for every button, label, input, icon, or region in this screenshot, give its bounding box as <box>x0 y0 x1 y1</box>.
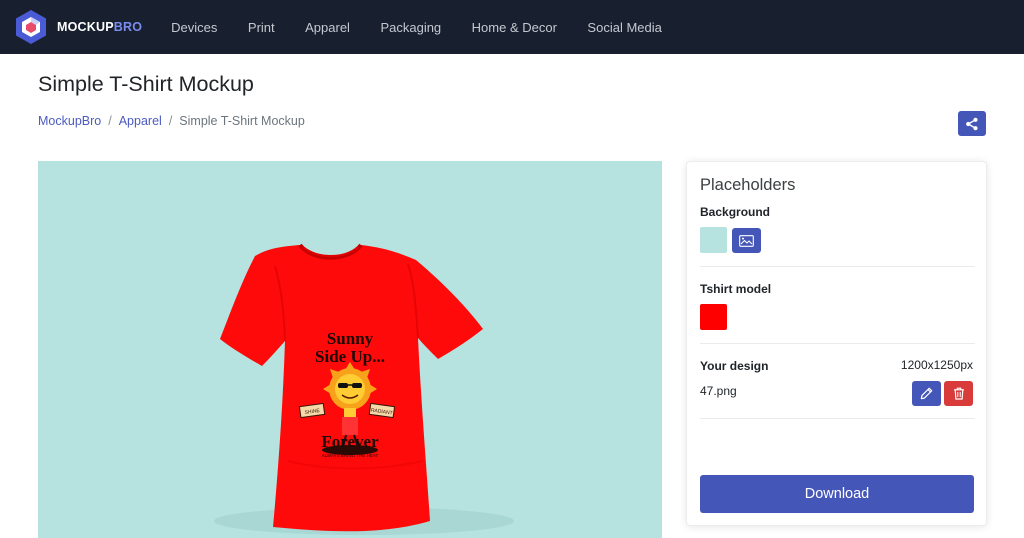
nav-item-print[interactable]: Print <box>248 20 275 35</box>
breadcrumb-separator: / <box>108 114 112 128</box>
mockup-preview[interactable]: Sunny Side Up... SHINE RADIANT Forever A… <box>38 161 662 538</box>
design-text-forever: Forever <box>321 432 379 451</box>
background-label: Background <box>700 205 771 219</box>
tshirt-mockup-image: Sunny Side Up... SHINE RADIANT Forever A… <box>38 161 662 538</box>
tshirt-color-swatch[interactable] <box>700 304 727 330</box>
design-dimensions: 1200x1250px <box>900 358 973 372</box>
design-text-tagline: ALWAYS BRING THE HEAT <box>322 453 379 458</box>
design-filename: 47.png <box>700 384 737 398</box>
nav-item-home-decor[interactable]: Home & Decor <box>472 20 557 35</box>
share-icon <box>966 117 978 130</box>
background-image-button[interactable] <box>732 228 761 253</box>
download-button[interactable]: Download <box>700 475 974 513</box>
section-divider <box>700 418 975 419</box>
placeholders-title: Placeholders <box>700 176 796 194</box>
section-divider <box>700 343 975 344</box>
section-divider <box>700 266 975 267</box>
nav-item-social-media[interactable]: Social Media <box>587 20 661 35</box>
brand-name: MOCKUPBRO <box>57 20 143 34</box>
delete-design-button[interactable] <box>944 381 973 406</box>
share-button[interactable] <box>958 111 986 136</box>
breadcrumb-apparel-link[interactable]: Apparel <box>119 114 162 128</box>
mockupbro-logo-icon <box>16 10 46 44</box>
your-design-label: Your design <box>700 359 769 373</box>
nav-item-apparel[interactable]: Apparel <box>305 20 350 35</box>
breadcrumb: MockupBro / Apparel / Simple T-Shirt Moc… <box>38 114 305 128</box>
pencil-icon <box>920 387 933 400</box>
breadcrumb-home-link[interactable]: MockupBro <box>38 114 101 128</box>
edit-design-button[interactable] <box>912 381 941 406</box>
trash-icon <box>953 387 964 400</box>
top-navbar: MOCKUPBRO Devices Print Apparel Packagin… <box>0 0 1024 54</box>
design-text-sunny: Sunny <box>327 329 374 348</box>
breadcrumb-current: Simple T-Shirt Mockup <box>179 114 305 128</box>
image-icon <box>739 234 754 247</box>
brand-logo[interactable]: MOCKUPBRO <box>13 9 142 45</box>
tshirt-model-label: Tshirt model <box>700 282 772 296</box>
background-color-swatch[interactable] <box>700 227 727 253</box>
breadcrumb-separator: / <box>168 114 173 128</box>
main-nav: Devices Print Apparel Packaging Home & D… <box>171 20 692 35</box>
page-title: Simple T-Shirt Mockup <box>38 72 254 96</box>
nav-item-packaging[interactable]: Packaging <box>380 20 441 35</box>
nav-item-devices[interactable]: Devices <box>171 20 217 35</box>
placeholders-panel: Placeholders Background Tshirt model You… <box>686 161 987 526</box>
